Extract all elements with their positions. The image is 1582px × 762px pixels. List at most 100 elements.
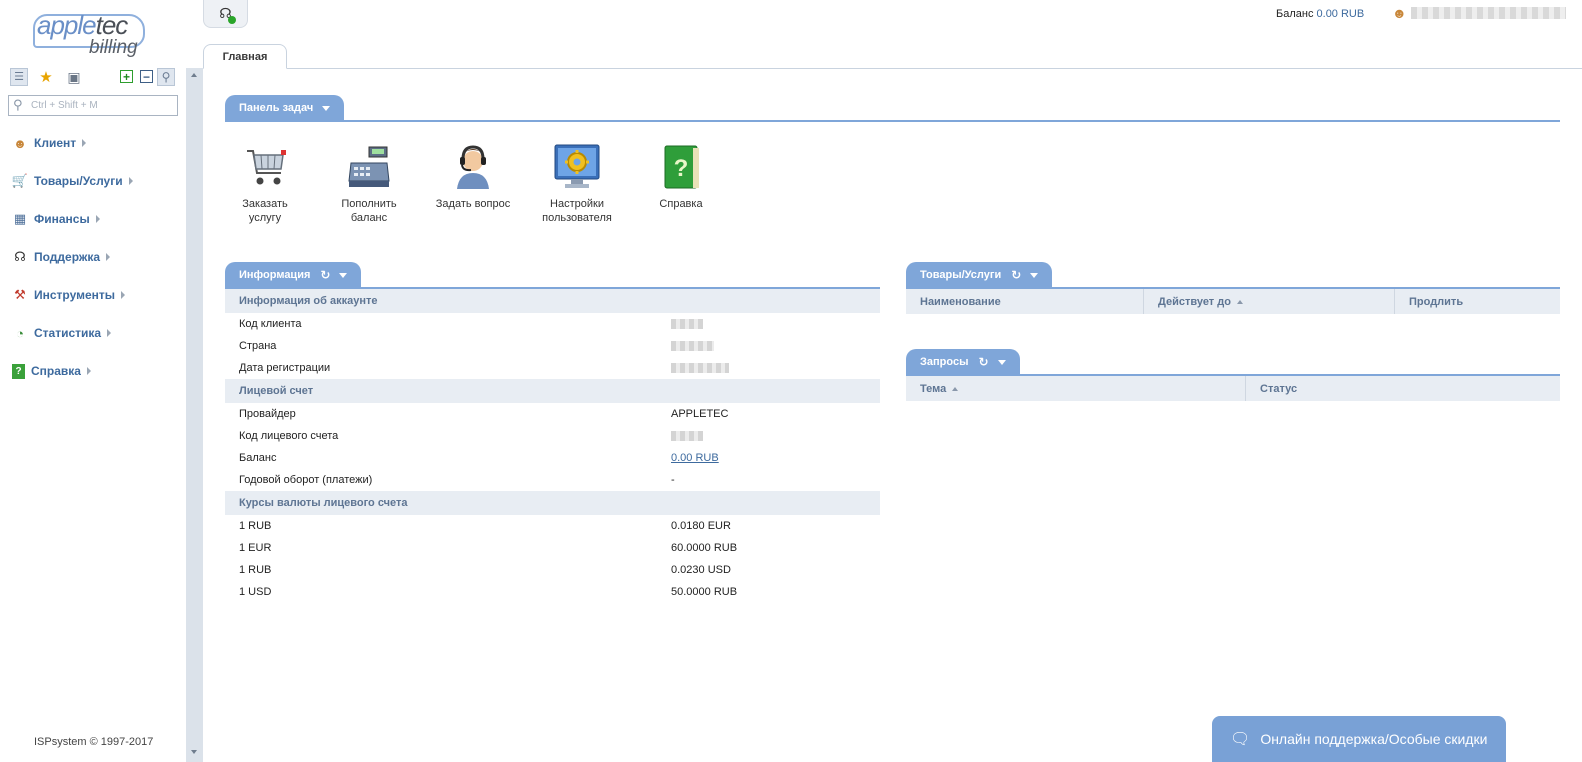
table-row: 1 RUB 0.0230 USD: [225, 559, 880, 581]
balance-value[interactable]: 0.00 RUB: [1317, 8, 1365, 20]
sidebar-scrollbar[interactable]: [186, 68, 203, 762]
row-key: Код клиента: [239, 318, 302, 330]
chevron-right-icon: [95, 215, 100, 223]
briefcase-icon[interactable]: ▣: [65, 68, 83, 86]
sidebar-item-finance[interactable]: ▦ Финансы: [12, 209, 172, 229]
tab-main[interactable]: Главная: [203, 44, 287, 69]
products-header: Товары/Услуги ↻: [906, 262, 1560, 289]
collapse-all-icon[interactable]: −: [140, 70, 153, 83]
tools-icon: ⚒: [14, 287, 26, 302]
row-value: 60.0000 RUB: [671, 542, 738, 554]
info-table: Информация об аккаунте Код клиента Стран…: [225, 289, 880, 603]
row-key: 1 RUB: [239, 520, 272, 532]
taskpanel-title-tab[interactable]: Панель задач: [225, 95, 345, 121]
sidebar-item-tools[interactable]: ⚒ Инструменты: [12, 285, 172, 305]
row-value: APPLETEC: [671, 408, 729, 420]
sidebar-item-statistics[interactable]: ◔ Статистика: [12, 323, 172, 343]
row-key: Дата регистрации: [239, 362, 331, 374]
user-menu[interactable]: ☻: [1392, 5, 1566, 21]
chevron-right-icon: [128, 177, 133, 185]
column-header-renew[interactable]: Продлить: [1395, 289, 1560, 314]
task-label: Заказать: [242, 198, 288, 210]
info-title-tab[interactable]: Информация ↻: [225, 262, 362, 288]
sidebar-toolbar: ☰ ★ ▣ + − ⚲: [10, 68, 178, 88]
sidebar-item-label: Статистика: [34, 326, 102, 340]
pin-icon[interactable]: ⚲: [157, 68, 175, 86]
appletec-billing-logo[interactable]: appletec billing: [33, 8, 163, 60]
row-key: Годовой оборот (платежи): [239, 474, 373, 486]
row-key: 1 RUB: [239, 564, 272, 576]
column-header-status[interactable]: Статус: [1246, 376, 1560, 401]
chat-label: Онлайн поддержка/Особые скидки: [1260, 731, 1488, 747]
refresh-icon[interactable]: ↻: [320, 268, 330, 282]
headset-icon: ☊: [14, 249, 26, 264]
row-key: Провайдер: [239, 408, 296, 420]
tab-strip: Главная: [203, 44, 1582, 69]
task-topup-balance[interactable]: Пополнить баланс: [324, 143, 414, 225]
sidebar-item-label: Инструменты: [34, 288, 116, 302]
info-group-header: Информация об аккаунте: [225, 289, 880, 313]
menu-search-input[interactable]: [31, 98, 173, 113]
products-title: Товары/Услуги: [920, 269, 1002, 281]
refresh-icon[interactable]: ↻: [978, 355, 988, 369]
requests-title: Запросы: [920, 356, 969, 368]
task-label: Настройки: [550, 198, 604, 210]
expand-all-icon[interactable]: +: [120, 70, 133, 83]
column-header-valid-until[interactable]: Действует до: [1144, 289, 1395, 314]
menu-search-box: ⚲: [8, 95, 178, 116]
row-value: -: [671, 474, 675, 486]
table-row: Страна: [225, 335, 880, 357]
products-title-tab[interactable]: Товары/Услуги ↻: [906, 262, 1053, 288]
column-label: Тема: [920, 382, 947, 395]
task-help[interactable]: ? Справка: [636, 143, 726, 211]
top-balance: Баланс 0.00 RUB: [1276, 8, 1364, 20]
taskpanel-header: Панель задач: [225, 95, 1560, 122]
cart-icon: 🛒: [11, 173, 29, 188]
sidebar-item-help[interactable]: ? Справка: [12, 361, 172, 381]
sidebar-item-products[interactable]: 🛒 Товары/Услуги: [12, 171, 172, 191]
support-status-button[interactable]: ☊: [203, 0, 248, 28]
sidebar-item-client[interactable]: ☻ Клиент: [12, 133, 172, 153]
refresh-icon[interactable]: ↻: [1011, 268, 1021, 282]
chat-bubble-icon: 🗨: [1230, 731, 1251, 748]
chevron-down-icon[interactable]: [997, 359, 1006, 365]
balance-link[interactable]: 0.00 RUB: [671, 452, 719, 464]
info-group-header: Лицевой счет: [225, 379, 880, 403]
user-avatar-icon: ☻: [1392, 5, 1407, 21]
task-order-service[interactable]: Заказать услугу: [220, 143, 310, 225]
column-header-subject[interactable]: Тема: [906, 376, 1246, 401]
sidebar-item-label: Справка: [31, 364, 81, 378]
task-ask-question[interactable]: Задать вопрос: [428, 143, 518, 211]
products-table-header: Наименование Действует до Продлить: [906, 289, 1560, 314]
pie-chart-icon: ◔: [16, 325, 24, 341]
chevron-right-icon: [121, 291, 126, 299]
requests-table-header: Тема Статус: [906, 376, 1560, 401]
table-row: Баланс 0.00 RUB: [225, 447, 880, 469]
sidebar-item-support[interactable]: ☊ Поддержка: [12, 247, 172, 267]
tree-view-icon[interactable]: ☰: [10, 68, 28, 86]
task-user-settings[interactable]: Настройки пользователя: [532, 143, 622, 225]
favorites-star-icon[interactable]: ★: [37, 68, 55, 86]
chevron-down-icon[interactable]: [1030, 272, 1039, 278]
sort-asc-icon: [1236, 299, 1243, 304]
column-header-name[interactable]: Наименование: [906, 289, 1144, 314]
row-value: 0.0180 EUR: [671, 520, 731, 532]
row-key: Баланс: [239, 452, 277, 464]
requests-title-tab[interactable]: Запросы ↻: [906, 349, 1020, 375]
help-book-icon: ?: [657, 143, 705, 191]
online-support-chat-button[interactable]: 🗨 Онлайн поддержка/Особые скидки: [1212, 716, 1506, 762]
chevron-down-icon[interactable]: [339, 272, 348, 278]
scroll-up-icon[interactable]: [191, 73, 197, 77]
blurred-value: [671, 341, 714, 351]
sidebar-item-label: Поддержка: [34, 250, 101, 264]
search-icon: ⚲: [13, 97, 23, 112]
chevron-down-icon[interactable]: [322, 105, 331, 111]
finance-icon: ▦: [13, 211, 27, 226]
logo-tec-text: tec: [95, 10, 129, 40]
sidebar-item-label: Финансы: [34, 212, 90, 226]
task-label: пользователя: [542, 212, 612, 224]
sidebar-item-label: Товары/Услуги: [34, 174, 123, 188]
task-label: Задать вопрос: [435, 198, 511, 210]
table-row: Дата регистрации: [225, 357, 880, 379]
scroll-down-icon[interactable]: [191, 750, 197, 754]
